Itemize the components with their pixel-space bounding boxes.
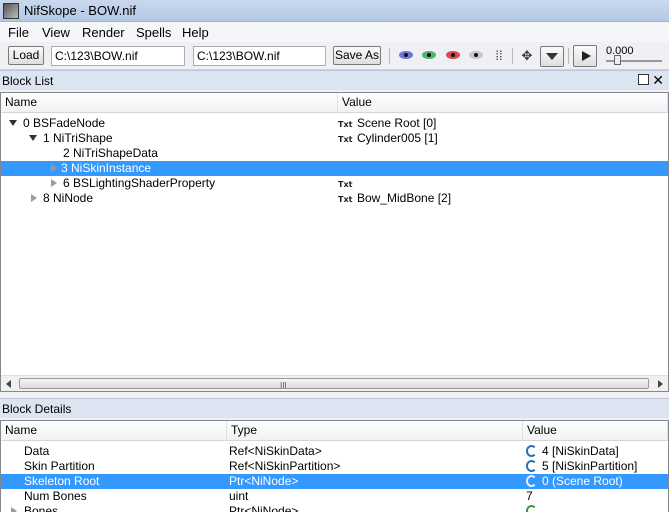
detail-row-value: 5 [NiSkinPartition] <box>542 459 638 473</box>
txt-icon: Txt <box>338 195 353 204</box>
tree-row-name: 6 BSLightingShaderProperty <box>63 176 216 190</box>
load-button[interactable]: Load <box>8 46 44 65</box>
detail-row-type: uint <box>229 489 249 503</box>
collapse-arrow-icon[interactable] <box>31 194 37 202</box>
expand-arrow-icon[interactable] <box>9 120 17 126</box>
column-value[interactable]: Value <box>338 93 668 113</box>
eye-grey-icon[interactable] <box>469 51 483 59</box>
float-icon[interactable] <box>638 74 649 85</box>
scrollbar-thumb[interactable]: III <box>19 378 649 390</box>
toolbar-separator <box>389 48 390 64</box>
title-bar: NifSkope - BOW.nif <box>0 0 669 22</box>
detail-row-type: Ptr<NiNode> <box>229 474 299 488</box>
block-details-header: Name Type Value <box>1 421 668 441</box>
column-name[interactable]: Name <box>1 421 227 441</box>
tree-row-name: 8 NiNode <box>43 191 94 205</box>
detail-row-name: Num Bones <box>24 489 87 503</box>
link-icon <box>526 460 537 472</box>
txt-icon: Txt <box>338 135 353 144</box>
eye-blue-icon[interactable] <box>399 51 413 59</box>
tree-row-name: 2 NiTriShapeData <box>63 146 158 160</box>
eye-green-icon[interactable] <box>422 51 436 59</box>
collapse-arrow-icon[interactable] <box>51 164 57 172</box>
block-details-panel: Name Type Value Data Ref<NiSkinData> 4 [… <box>0 420 669 512</box>
collapse-arrow-icon[interactable] <box>51 179 57 187</box>
detail-row[interactable]: Skin Partition Ref<NiSkinPartition> 5 [N… <box>1 459 668 474</box>
tree-row[interactable]: 8 NiNode Txt Bow_MidBone [2] <box>1 191 668 206</box>
detail-row-selected[interactable]: Skeleton Root Ptr<NiNode> 0 (Scene Root) <box>1 474 668 489</box>
menu-view[interactable]: View <box>42 25 70 40</box>
detail-row-type: Ptr<NiNode> <box>229 504 299 512</box>
toolbar-separator <box>512 48 513 64</box>
detail-row-type: Ref<NiSkinPartition> <box>229 459 341 473</box>
footprints-icon[interactable]: ⁞⁞ <box>490 47 508 65</box>
detail-row[interactable]: Bones Ptr<NiNode> <box>1 504 668 512</box>
block-list-title: Block List <box>2 74 54 88</box>
array-icon <box>526 505 537 512</box>
detail-row[interactable]: Data Ref<NiSkinData> 4 [NiSkinData] <box>1 444 668 459</box>
menu-render[interactable]: Render <box>82 25 125 40</box>
column-value[interactable]: Value <box>523 421 668 441</box>
block-list-panel: Name Value 0 BSFadeNode Txt Scene Root [… <box>0 92 669 392</box>
menu-help[interactable]: Help <box>182 25 209 40</box>
block-details-title: Block Details <box>2 402 72 416</box>
block-list-header: Name Value <box>1 93 668 113</box>
scroll-right-icon[interactable] <box>658 380 663 388</box>
toolbar: Load C:\123\BOW.nif C:\123\BOW.nif Save … <box>0 42 669 70</box>
horizontal-scrollbar[interactable]: III <box>1 375 668 391</box>
link-icon <box>526 445 537 457</box>
window-title: NifSkope - BOW.nif <box>24 3 136 18</box>
txt-icon: Txt <box>338 180 353 189</box>
tree-row-value: Scene Root [0] <box>357 116 437 130</box>
app-icon <box>3 3 19 19</box>
tree-row[interactable]: 2 NiTriShapeData <box>1 146 668 161</box>
toolbar-separator <box>568 48 569 64</box>
save-as-button[interactable]: Save As <box>333 46 381 65</box>
detail-row-value: 7 <box>526 489 533 503</box>
tree-row[interactable]: 0 BSFadeNode Txt Scene Root [0] <box>1 116 668 131</box>
block-details-title-bar: Block Details <box>0 398 669 418</box>
collapse-arrow-icon[interactable] <box>11 507 17 512</box>
detail-row-name: Data <box>24 444 50 458</box>
link-icon <box>526 475 537 487</box>
time-slider[interactable] <box>606 55 662 65</box>
tree-row[interactable]: 1 NiTriShape Txt Cylinder005 [1] <box>1 131 668 146</box>
expand-arrow-icon[interactable] <box>29 135 37 141</box>
menu-spells[interactable]: Spells <box>136 25 171 40</box>
close-icon[interactable]: ✕ <box>652 72 664 88</box>
tree-row-value: Bow_MidBone [2] <box>357 191 452 205</box>
detail-row-value: 4 [NiSkinData] <box>542 444 619 458</box>
time-slider-handle[interactable] <box>614 55 621 65</box>
block-list-title-bar: Block List ✕ <box>0 70 669 90</box>
view-dropdown-icon[interactable] <box>540 46 564 67</box>
txt-icon: Txt <box>338 120 353 129</box>
play-icon[interactable] <box>573 45 597 67</box>
menu-file[interactable]: File <box>8 25 29 40</box>
tree-row-selected[interactable]: 3 NiSkinInstance <box>1 161 668 176</box>
scrollbar-grip-icon: III <box>280 381 287 390</box>
eye-red-icon[interactable] <box>446 51 460 59</box>
detail-row-value: 0 (Scene Root) <box>542 474 623 488</box>
scroll-left-icon[interactable] <box>6 380 11 388</box>
menu-bar: File View Render Spells Help <box>0 22 669 42</box>
tree-row-name: 0 BSFadeNode <box>23 116 106 130</box>
column-type[interactable]: Type <box>227 421 523 441</box>
tree-row[interactable]: 6 BSLightingShaderProperty Txt <box>1 176 668 191</box>
detail-row-name: Skeleton Root <box>24 474 100 488</box>
save-path-input[interactable]: C:\123\BOW.nif <box>193 46 326 66</box>
detail-row-name: Skin Partition <box>24 459 95 473</box>
detail-row-type: Ref<NiSkinData> <box>229 444 322 458</box>
column-name[interactable]: Name <box>1 93 338 113</box>
detail-row[interactable]: Num Bones uint 7 <box>1 489 668 504</box>
tree-row-value: Cylinder005 [1] <box>357 131 438 145</box>
tree-row-name: 3 NiSkinInstance <box>61 161 152 176</box>
load-path-input[interactable]: C:\123\BOW.nif <box>51 46 185 66</box>
tree-row-name: 1 NiTriShape <box>43 131 113 145</box>
detail-row-name: Bones <box>24 504 59 512</box>
axis-move-icon[interactable]: ✥ <box>518 47 536 65</box>
